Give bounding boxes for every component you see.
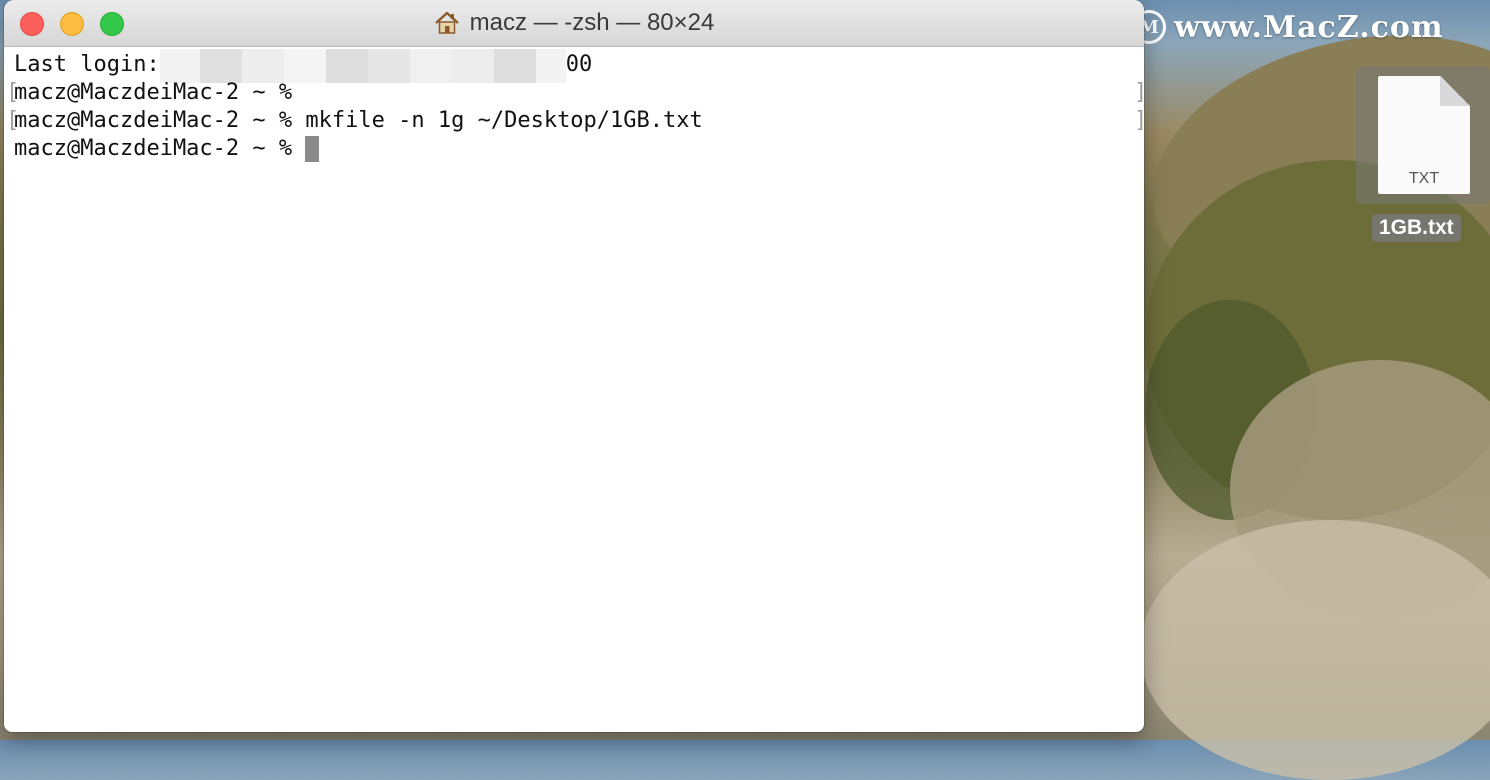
watermark: M www.MacZ.com <box>1132 8 1444 46</box>
desktop-file-name[interactable]: 1GB.txt <box>1372 214 1461 242</box>
title-bar[interactable]: macz — -zsh — 80×24 <box>4 0 1144 47</box>
last-login-line: Last login: 00 <box>14 49 1144 83</box>
line-mark-icon: ] <box>1134 107 1144 135</box>
window-title-text: macz — -zsh — 80×24 <box>469 9 715 36</box>
terminal-line: [macz@MaczdeiMac-2 ~ % mkfile -n 1g ~/De… <box>6 107 1144 135</box>
terminal-output[interactable]: Last login:00 [macz@MaczdeiMac-2 ~ % ] [… <box>4 47 1144 163</box>
page-fold <box>1440 76 1470 106</box>
watermark-text: www.MacZ.com <box>1174 9 1444 45</box>
home-icon <box>434 11 459 34</box>
line-mark-icon: [ <box>6 80 20 105</box>
redacted-login-info <box>159 49 566 83</box>
desktop-file-item[interactable]: TXT 1GB.txt <box>1354 66 1490 248</box>
last-login-label: Last login: <box>14 52 160 77</box>
window-title: macz — -zsh — 80×24 <box>4 9 1144 37</box>
prompt: macz@MaczdeiMac-2 ~ % <box>14 108 306 133</box>
file-extension-label: TXT <box>1408 170 1440 187</box>
terminal-window[interactable]: macz — -zsh — 80×24 Last login: 00 [macz@… <box>4 0 1144 732</box>
terminal-line: [macz@MaczdeiMac-2 ~ % ] <box>6 79 1144 107</box>
prompt: macz@MaczdeiMac-2 ~ % <box>14 136 306 161</box>
current-prompt-line[interactable]: macz@MaczdeiMac-2 ~ % <box>14 135 1144 163</box>
prompt: macz@MaczdeiMac-2 ~ % <box>14 80 306 105</box>
text-cursor <box>305 136 320 162</box>
wallpaper-hill <box>1140 520 1490 780</box>
command-text: mkfile -n 1g ~/Desktop/1GB.txt <box>305 108 703 133</box>
line-mark-icon: ] <box>1134 79 1144 107</box>
last-login-tail: 00 <box>565 52 593 77</box>
line-mark-icon: [ <box>6 108 20 133</box>
